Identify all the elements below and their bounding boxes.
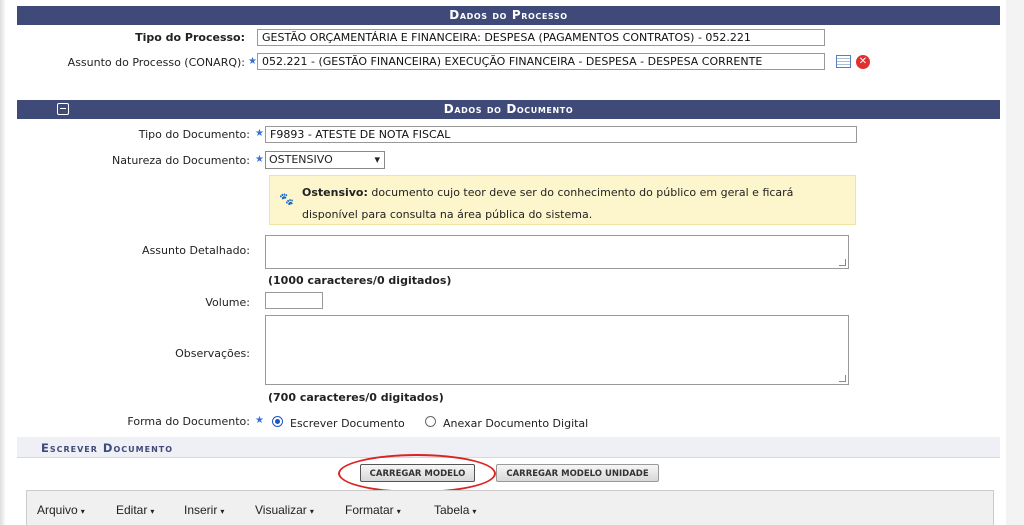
info-box: 🐾 Ostensivo: documento cujo teor deve se… xyxy=(269,175,856,225)
natureza-documento-label: Natureza do Documento: xyxy=(112,154,250,167)
info-description: documento cujo teor deve ser do conhecim… xyxy=(302,186,794,221)
documento-header-text: Dados do Documento xyxy=(443,102,574,116)
menu-inserir[interactable]: Inserir ▾ xyxy=(184,503,224,517)
radio-escrever[interactable] xyxy=(272,416,283,427)
menu-formatar[interactable]: Formatar ▾ xyxy=(345,503,401,517)
menu-inserir-label: Inserir xyxy=(184,503,218,517)
menu-editar[interactable]: Editar ▾ xyxy=(116,503,154,517)
radio-escrever-label[interactable]: Escrever Documento xyxy=(290,417,405,430)
forma-documento-label: Forma do Documento: xyxy=(127,415,250,428)
required-star: ★ xyxy=(255,154,264,165)
chevron-down-icon: ▾ xyxy=(374,153,380,166)
menu-tabela-label: Tabela xyxy=(434,503,470,517)
escrever-header-text: Escrever Documento xyxy=(41,441,174,455)
menu-arquivo-label: Arquivo xyxy=(37,503,78,517)
required-star: ★ xyxy=(248,56,257,67)
tipo-processo-value: GESTÃO ORÇAMENTÁRIA E FINANCEIRA: DESPES… xyxy=(257,29,825,46)
caret-down-icon: ▾ xyxy=(396,507,401,516)
radio-anexar[interactable] xyxy=(425,416,436,427)
caret-down-icon: ▾ xyxy=(80,507,85,516)
observacoes-label: Observações: xyxy=(175,347,250,360)
carregar-modelo-unidade-button[interactable]: CARREGAR MODELO UNIDADE xyxy=(496,464,659,482)
assunto-detalhado-label: Assunto Detalhado: xyxy=(142,244,250,257)
processo-section-header: Dados do Processo xyxy=(17,6,1000,25)
highlight-circle xyxy=(338,454,496,493)
scrollbar-gutter[interactable] xyxy=(1006,0,1024,525)
menu-visualizar-label: Visualizar xyxy=(255,503,307,517)
caret-down-icon: ▾ xyxy=(472,507,477,516)
resize-handle-icon[interactable] xyxy=(839,375,846,382)
natureza-select[interactable]: OSTENSIVO ▾ xyxy=(265,151,385,169)
natureza-selected-value: OSTENSIVO xyxy=(269,153,333,166)
observacoes-textarea[interactable] xyxy=(265,315,849,385)
assunto-counter: (1000 caracteres/0 digitados) xyxy=(268,274,452,287)
collapse-icon[interactable] xyxy=(57,103,69,115)
caret-down-icon: ▾ xyxy=(150,507,155,516)
assunto-detalhado-textarea[interactable] xyxy=(265,235,849,269)
menu-tabela[interactable]: Tabela ▾ xyxy=(434,503,476,517)
tipo-processo-label: Tipo do Processo: xyxy=(135,31,245,44)
info-text: Ostensivo: documento cujo teor deve ser … xyxy=(302,182,852,226)
assunto-processo-input[interactable]: 052.221 - (GESTÃO FINANCEIRA) EXECUÇÃO F… xyxy=(257,53,825,70)
list-icon[interactable] xyxy=(836,55,851,68)
info-bold: Ostensivo: xyxy=(302,186,368,199)
radio-anexar-label[interactable]: Anexar Documento Digital xyxy=(443,417,588,430)
observacoes-counter: (700 caracteres/0 digitados) xyxy=(268,391,444,404)
volume-input[interactable] xyxy=(265,292,323,309)
caret-down-icon: ▾ xyxy=(309,507,314,516)
caret-down-icon: ▾ xyxy=(220,507,225,516)
left-shadow xyxy=(0,0,6,525)
page: Dados do Processo Tipo do Processo: GEST… xyxy=(0,0,1024,525)
assunto-processo-label: Assunto do Processo (CONARQ): xyxy=(67,56,245,69)
processo-header-text: Dados do Processo xyxy=(449,8,568,22)
menu-editar-label: Editar xyxy=(116,503,148,517)
required-star: ★ xyxy=(255,128,264,139)
required-star: ★ xyxy=(255,415,264,426)
resize-handle-icon[interactable] xyxy=(839,259,846,266)
menu-arquivo[interactable]: Arquivo ▾ xyxy=(37,503,85,517)
editor-menubar: Arquivo ▾ Editar ▾ Inserir ▾ Visualizar ▾ Fo… xyxy=(26,490,994,525)
tipo-documento-label: Tipo do Documento: xyxy=(138,128,250,141)
escrever-subheader: Escrever Documento xyxy=(17,437,1000,458)
volume-label: Volume: xyxy=(205,296,250,309)
documento-section-header: Dados do Documento xyxy=(17,100,1000,119)
tipo-documento-input[interactable]: F9893 - ATESTE DE NOTA FISCAL xyxy=(265,126,857,143)
paw-icon: 🐾 xyxy=(279,192,294,206)
clear-icon[interactable]: ✕ xyxy=(856,55,870,69)
menu-formatar-label: Formatar xyxy=(345,503,394,517)
menu-visualizar[interactable]: Visualizar ▾ xyxy=(255,503,314,517)
